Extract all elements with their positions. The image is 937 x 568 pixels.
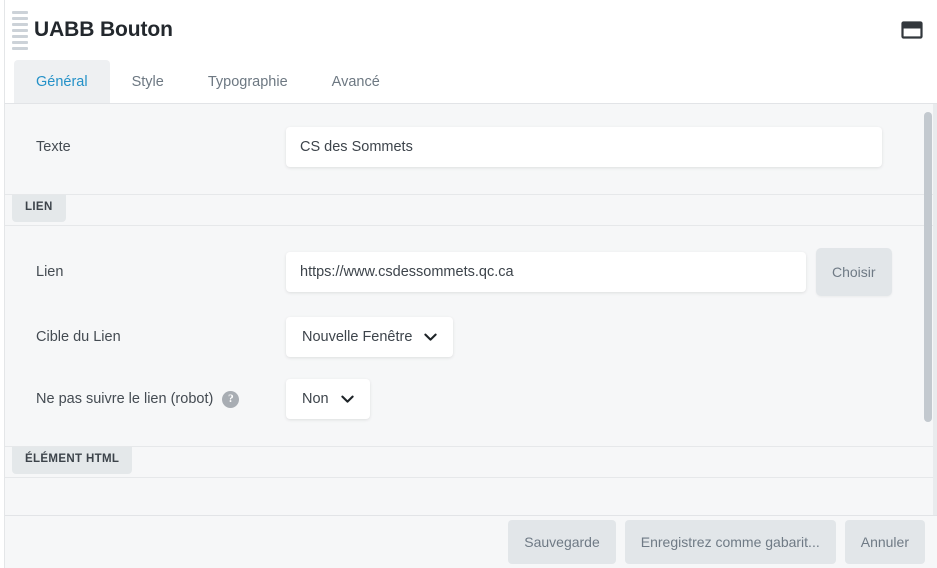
section-tab-element-html[interactable]: ÉLÉMENT HTML bbox=[12, 447, 133, 474]
field-label-nofollow-text: Ne pas suivre le lien (robot) bbox=[36, 391, 214, 407]
section-tabs-element-html: ÉLÉMENT HTML bbox=[0, 447, 937, 478]
window-panel-icon[interactable] bbox=[899, 17, 925, 43]
field-label-lien: Lien bbox=[0, 264, 286, 280]
help-circle-icon[interactable]: ? bbox=[222, 390, 240, 408]
tab-style-label: Style bbox=[131, 73, 164, 90]
field-row-cible-du-lien: Cible du Lien Nouvelle Fenêtre bbox=[0, 316, 937, 358]
chevron-down-icon bbox=[424, 333, 438, 341]
annuler-button[interactable]: Annuler bbox=[844, 520, 925, 564]
section-tab-lien[interactable]: LIEN bbox=[12, 195, 66, 222]
field-label-lien-text: Lien bbox=[36, 264, 64, 280]
tab-style[interactable]: Style bbox=[110, 60, 186, 103]
module-settings-panel: UABB Bouton Général Style Typographie Av… bbox=[0, 0, 937, 568]
panel-title: UABB Bouton bbox=[34, 18, 173, 41]
cible-du-lien-select[interactable]: Nouvelle Fenêtre bbox=[286, 317, 454, 357]
choisir-button[interactable]: Choisir bbox=[816, 248, 892, 296]
field-row-lien: Lien Choisir bbox=[0, 248, 937, 296]
vertical-scrollbar-thumb[interactable] bbox=[924, 112, 932, 422]
tab-general-label: Général bbox=[36, 73, 88, 90]
panel-body-scroll-area: Texte LIEN Lien bbox=[0, 104, 937, 515]
nofollow-value: Non bbox=[302, 391, 329, 407]
panel-tab-bar: Général Style Typographie Avancé bbox=[0, 60, 937, 104]
field-control-cible-du-lien: Nouvelle Fenêtre bbox=[286, 317, 937, 357]
field-control-texte bbox=[286, 127, 937, 167]
vertical-scrollbar-track[interactable] bbox=[923, 104, 933, 515]
tab-avance[interactable]: Avancé bbox=[310, 60, 402, 103]
sauvegarde-button[interactable]: Sauvegarde bbox=[508, 520, 616, 564]
section-general: Texte bbox=[0, 104, 937, 195]
section-lien: Lien Choisir Cible du Lien Nouvelle Fenê… bbox=[0, 226, 937, 447]
field-label-cible-text: Cible du Lien bbox=[36, 329, 121, 345]
field-label-cible-du-lien: Cible du Lien bbox=[0, 329, 286, 345]
field-label-nofollow: Ne pas suivre le lien (robot) ? bbox=[0, 390, 286, 408]
panel-footer: Sauvegarde Enregistrez comme gabarit... … bbox=[0, 515, 937, 568]
tab-typographie[interactable]: Typographie bbox=[186, 60, 310, 103]
nofollow-select[interactable]: Non bbox=[286, 379, 370, 419]
field-row-texte: Texte bbox=[0, 126, 937, 168]
chevron-down-icon bbox=[340, 395, 354, 403]
panel-right-edge bbox=[933, 104, 937, 515]
panel-header: UABB Bouton bbox=[0, 0, 937, 60]
section-tabs-lien: LIEN bbox=[0, 195, 937, 226]
field-control-nofollow: Non bbox=[286, 379, 937, 419]
field-label-texte: Texte bbox=[0, 139, 286, 155]
panel-left-rail bbox=[0, 0, 5, 568]
cible-du-lien-value: Nouvelle Fenêtre bbox=[302, 329, 413, 345]
texte-input[interactable] bbox=[286, 127, 882, 167]
field-control-lien: Choisir bbox=[286, 248, 937, 296]
tab-typographie-label: Typographie bbox=[207, 73, 288, 90]
header-actions bbox=[899, 17, 937, 43]
field-row-nofollow: Ne pas suivre le lien (robot) ? Non bbox=[0, 378, 937, 420]
tab-avance-label: Avancé bbox=[331, 73, 380, 90]
lien-url-input[interactable] bbox=[286, 252, 806, 292]
tab-general[interactable]: Général bbox=[14, 60, 110, 103]
save-as-template-button[interactable]: Enregistrez comme gabarit... bbox=[624, 520, 836, 564]
field-label-texte-text: Texte bbox=[36, 139, 71, 155]
drag-handle-icon[interactable] bbox=[12, 8, 28, 52]
